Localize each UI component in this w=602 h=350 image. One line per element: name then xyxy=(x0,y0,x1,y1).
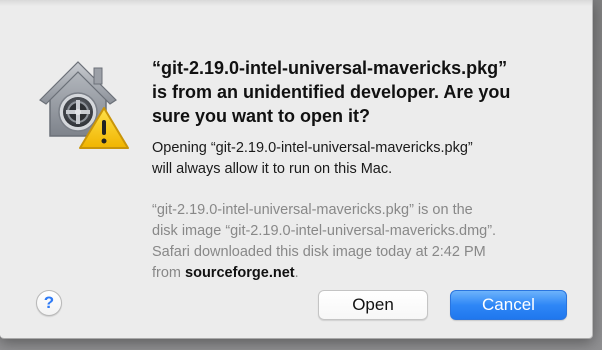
download-info-line: disk image “git-2.19.0-intel-universal-m… xyxy=(152,223,497,239)
dialog-message: Opening “git-2.19.0-intel-universal-mave… xyxy=(152,138,572,180)
dialog-title: “git-2.19.0-intel-universal-mavericks.pk… xyxy=(152,56,572,128)
dialog-top-edge xyxy=(0,0,592,6)
help-button[interactable]: ? xyxy=(36,290,62,316)
gatekeeper-warning-icon xyxy=(36,54,132,150)
security-alert-dialog: “git-2.19.0-intel-universal-mavericks.pk… xyxy=(0,0,593,339)
help-icon: ? xyxy=(43,293,55,312)
source-website-link[interactable]: sourceforge.net xyxy=(185,265,295,281)
download-info-line: “git-2.19.0-intel-universal-mavericks.pk… xyxy=(152,202,473,218)
open-button[interactable]: Open xyxy=(318,290,428,320)
dialog-title-line: “git-2.19.0-intel-universal-mavericks.pk… xyxy=(152,58,508,78)
dialog-title-line: sure you want to open it? xyxy=(152,106,371,126)
download-info-source-line: from sourceforge.net. xyxy=(152,263,582,284)
download-info: “git-2.19.0-intel-universal-mavericks.pk… xyxy=(152,200,582,284)
gatekeeper-house-icon xyxy=(39,61,129,149)
cancel-button[interactable]: Cancel xyxy=(450,290,567,320)
download-info-suffix: . xyxy=(294,265,299,281)
dialog-title-line: is from an unidentified developer. Are y… xyxy=(152,82,511,102)
download-info-line: Safari downloaded this disk image today … xyxy=(152,244,486,260)
dialog-message-line: will always allow it to run on this Mac. xyxy=(152,161,393,177)
download-info-from-prefix: from xyxy=(152,265,186,281)
dialog-message-line: Opening “git-2.19.0-intel-universal-mave… xyxy=(152,140,473,156)
